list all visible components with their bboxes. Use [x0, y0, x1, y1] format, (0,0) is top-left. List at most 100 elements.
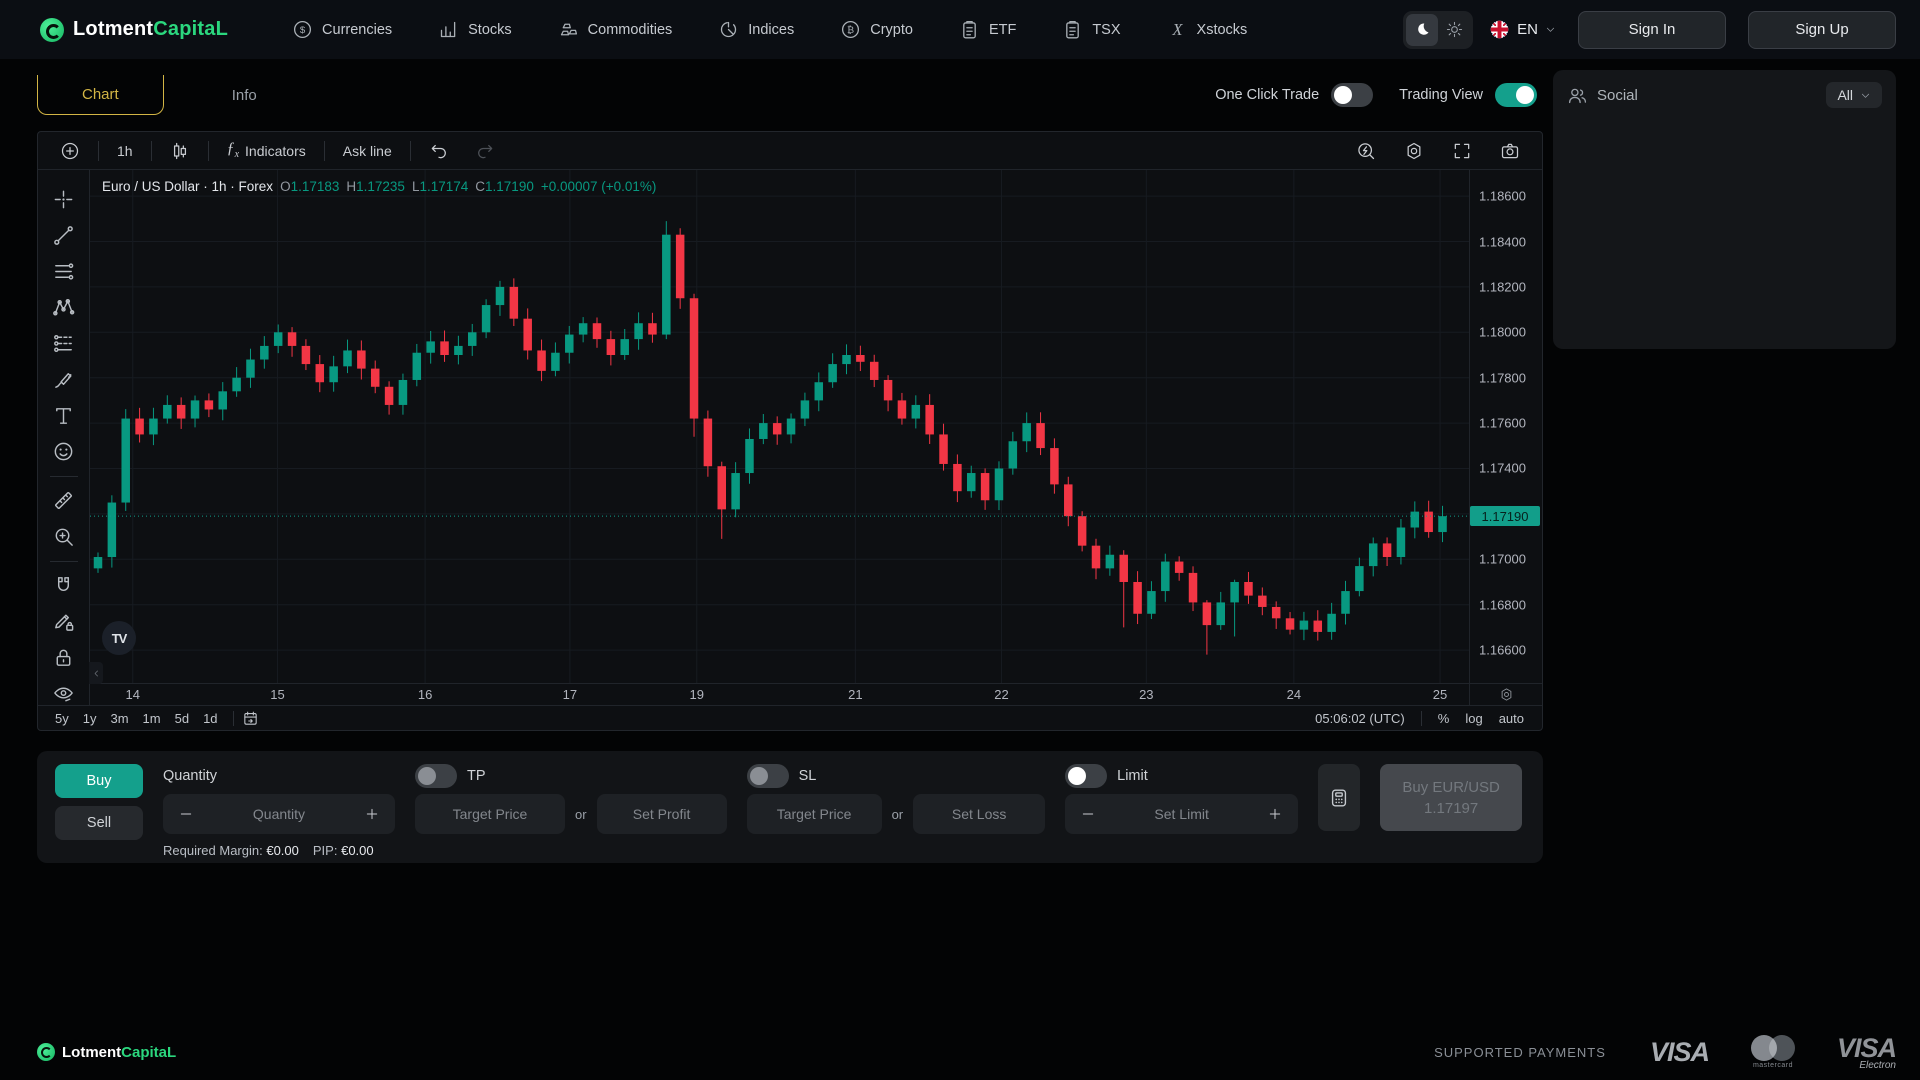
log-scale-button[interactable]: log: [1457, 709, 1490, 728]
language-selector[interactable]: EN: [1489, 19, 1556, 40]
nav-item-etf[interactable]: ETF: [959, 19, 1016, 40]
text-tool[interactable]: [47, 398, 81, 432]
content: Chart Info One Click Trade Trading View: [37, 59, 1543, 863]
projection-tool[interactable]: [47, 326, 81, 360]
theme-switch: [1403, 10, 1474, 49]
sign-up-button[interactable]: Sign Up: [1748, 10, 1896, 49]
light-mode-button[interactable]: [1438, 14, 1470, 46]
sl-set-loss-input[interactable]: [913, 794, 1046, 834]
buy-tab-button[interactable]: Buy: [55, 764, 143, 798]
range-button[interactable]: 5d: [168, 709, 196, 728]
axis-settings-corner[interactable]: [1470, 683, 1542, 705]
fib-retracement-tool[interactable]: [47, 254, 81, 288]
drawing-mode-tool[interactable]: [47, 604, 81, 638]
svg-text:X: X: [1171, 20, 1183, 39]
price-tick-label: 1.17800: [1479, 370, 1526, 386]
hide-drawings-tool[interactable]: [47, 676, 81, 705]
trading-view-toggle[interactable]: [1495, 83, 1537, 107]
undo-button[interactable]: [417, 136, 461, 166]
toolbar-separator: [207, 140, 209, 161]
zoom-in-tool[interactable]: [47, 519, 81, 553]
ask-line-button[interactable]: Ask line: [331, 136, 404, 166]
nav-item-stocks[interactable]: Stocks: [438, 19, 512, 40]
add-symbol-button[interactable]: [48, 136, 92, 166]
fullscreen-button[interactable]: [1440, 136, 1484, 166]
submit-order-button[interactable]: Buy EUR/USD 1.17197: [1380, 764, 1523, 831]
lock-drawings-tool[interactable]: [47, 640, 81, 674]
sell-tab-button[interactable]: Sell: [55, 806, 143, 840]
time-tick-label: 17: [562, 687, 578, 702]
calculator-button[interactable]: [1318, 764, 1361, 831]
measure-tool[interactable]: [47, 483, 81, 517]
range-button[interactable]: 1m: [136, 709, 168, 728]
clock-utc-button[interactable]: 05:06:02 (UTC): [1307, 709, 1413, 728]
nav-item-xstocks[interactable]: X Xstocks: [1167, 19, 1247, 40]
tab-chart[interactable]: Chart: [37, 75, 164, 115]
sl-target-price-input[interactable]: [746, 794, 882, 834]
candles-icon: [170, 141, 190, 161]
or-label: or: [891, 806, 904, 822]
redo-button[interactable]: [463, 136, 507, 166]
tp-target-price-input[interactable]: [415, 794, 565, 834]
price-tick-label: 1.16800: [1479, 597, 1526, 613]
price-axis[interactable]: 1.18600 1.18400 1.18200 1.18000 1.17800 1.176…: [1470, 170, 1542, 683]
time-axis[interactable]: 14 15 16 17 19 21 22 23 24 25: [90, 683, 1469, 705]
dark-mode-button[interactable]: [1406, 13, 1439, 46]
tab-info[interactable]: Info: [188, 76, 301, 115]
social-filter-dropdown[interactable]: All: [1826, 82, 1882, 108]
chart-settings-button[interactable]: [1392, 136, 1436, 166]
or-label: or: [575, 806, 587, 822]
brand-logo[interactable]: LotmentCapitaL: [40, 17, 229, 42]
limit-toggle[interactable]: [1065, 764, 1108, 788]
quantity-increase-button[interactable]: [349, 794, 395, 834]
nav-item-tsx[interactable]: TSX: [1062, 19, 1121, 40]
percent-scale-button[interactable]: %: [1430, 709, 1458, 728]
trend-line-tool[interactable]: [47, 218, 81, 252]
brand-name: LotmentCapitaL: [73, 18, 229, 40]
xabcd-pattern-tool[interactable]: [47, 290, 81, 324]
tp-set-profit-input[interactable]: [596, 794, 727, 834]
collapse-toolbar-arrow[interactable]: [89, 662, 103, 684]
nav-item-commodities[interactable]: Commodities: [558, 19, 672, 40]
magnet-mode-button[interactable]: [1344, 136, 1388, 166]
price-tick-label: 1.18200: [1479, 279, 1526, 295]
quantity-input[interactable]: [209, 806, 349, 822]
go-to-date-button[interactable]: [242, 710, 259, 727]
sl-label: SL: [798, 768, 817, 784]
range-button[interactable]: 3m: [103, 709, 135, 728]
nav-label: ETF: [988, 21, 1017, 38]
snapshot-button[interactable]: [1488, 136, 1532, 166]
range-button[interactable]: 5y: [48, 709, 76, 728]
indicators-button[interactable]: ƒx Indicators: [215, 136, 318, 166]
bottombar-right: 05:06:02 (UTC) % log auto: [1307, 709, 1532, 728]
nav-item-indices[interactable]: Indices: [718, 19, 794, 40]
clipboard-icon: [959, 19, 980, 40]
range-button[interactable]: 1d: [196, 709, 224, 728]
quantity-decrease-button[interactable]: [163, 794, 209, 834]
nav-item-crypto[interactable]: ₿ Crypto: [840, 19, 913, 40]
gear-icon: [1499, 687, 1514, 702]
brush-tool[interactable]: [47, 362, 81, 396]
range-button[interactable]: 1y: [76, 709, 104, 728]
limit-increase-button[interactable]: [1252, 794, 1298, 834]
chart-type-button[interactable]: [158, 136, 202, 166]
x-icon: X: [1167, 19, 1188, 40]
sign-in-button[interactable]: Sign In: [1578, 10, 1726, 49]
nav-item-currencies[interactable]: $ Currencies: [292, 19, 392, 40]
interval-button[interactable]: 1h: [105, 136, 145, 166]
visa-logo: VISA: [1649, 1036, 1710, 1067]
tp-toggle[interactable]: [415, 764, 457, 788]
limit-decrease-button[interactable]: [1065, 794, 1111, 834]
people-icon: [1567, 85, 1588, 106]
sun-icon: [1446, 21, 1463, 38]
sl-toggle[interactable]: [746, 764, 789, 788]
chart-plot[interactable]: Euro / US Dollar · 1h · Forex O1.17183 H…: [89, 170, 1469, 684]
one-click-trade-toggle[interactable]: [1331, 83, 1374, 107]
auto-scale-button[interactable]: auto: [1491, 709, 1532, 728]
magnet-tool[interactable]: [47, 568, 81, 602]
language-label: EN: [1517, 21, 1538, 38]
emoji-tool[interactable]: [47, 434, 81, 468]
tool-separator: [49, 561, 78, 562]
crosshair-tool[interactable]: [47, 182, 81, 216]
limit-input[interactable]: [1111, 806, 1253, 822]
